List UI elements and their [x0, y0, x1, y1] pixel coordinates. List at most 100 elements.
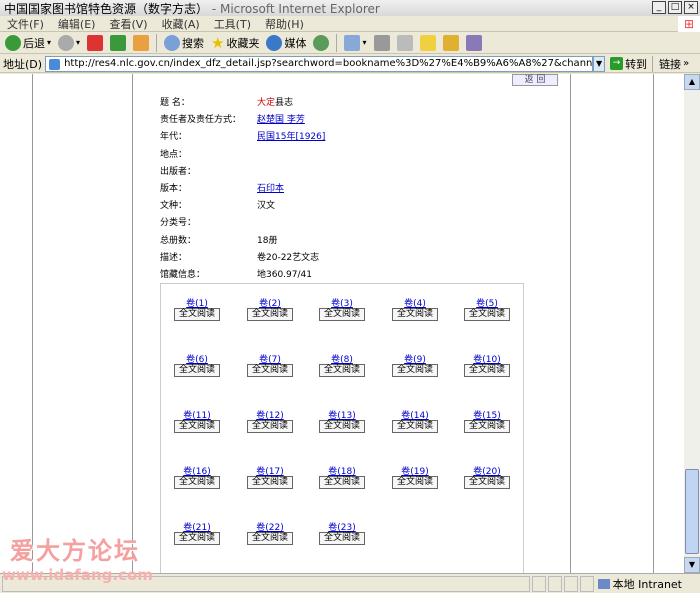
field-value[interactable]: 石印本 [257, 181, 284, 194]
vertical-scrollbar[interactable]: ▲ ▼ [684, 74, 700, 573]
volume-link[interactable]: 卷(7) [246, 352, 294, 365]
volume-link[interactable]: 卷(15) [463, 408, 511, 421]
menu-item-3[interactable]: 收藏(A) [155, 16, 207, 32]
volume-link[interactable]: 卷(2) [246, 296, 294, 309]
volume-item: 卷(10) 全文阅读 [463, 352, 511, 377]
stop-button[interactable] [85, 33, 105, 53]
read-full-text-button[interactable]: 全文阅读 [319, 476, 365, 489]
volume-link[interactable]: 卷(21) [173, 520, 221, 533]
field-value[interactable]: 民国15年[1926] [257, 129, 325, 142]
read-full-text-button[interactable]: 全文阅读 [174, 532, 220, 545]
read-full-text-button[interactable]: 全文阅读 [174, 420, 220, 433]
volume-item: 卷(23) 全文阅读 [318, 520, 366, 545]
return-button[interactable]: 返 回 [512, 74, 558, 86]
volume-link[interactable]: 卷(19) [391, 464, 439, 477]
volume-item: 卷(9) 全文阅读 [391, 352, 439, 377]
volume-item: 卷(15) 全文阅读 [463, 408, 511, 433]
forward-button[interactable]: ▾ [56, 33, 82, 53]
menu-item-0[interactable]: 文件(F) [0, 16, 51, 32]
scroll-up-icon[interactable]: ▲ [684, 74, 700, 90]
volume-link[interactable]: 卷(22) [246, 520, 294, 533]
edit-button[interactable] [395, 33, 415, 53]
read-full-text-button[interactable]: 全文阅读 [464, 364, 510, 377]
volume-link[interactable]: 卷(13) [318, 408, 366, 421]
research-button[interactable] [464, 33, 484, 53]
volume-link[interactable]: 卷(10) [463, 352, 511, 365]
menu-item-2[interactable]: 查看(V) [102, 16, 154, 32]
print-button[interactable] [372, 33, 392, 53]
window-controls: _ □ × [652, 1, 698, 14]
history-button[interactable] [311, 33, 331, 53]
links-chevron-icon[interactable]: » [681, 58, 689, 69]
address-bar: 地址(D) http://res4.nlc.gov.cn/index_dfz_d… [0, 55, 700, 73]
media-button[interactable]: 媒体 [264, 33, 308, 53]
field-value: 地360.97/41 [257, 270, 312, 280]
read-full-text-button[interactable]: 全文阅读 [319, 532, 365, 545]
volume-link[interactable]: 卷(20) [463, 464, 511, 477]
scroll-thumb[interactable] [685, 469, 699, 554]
refresh-button[interactable] [108, 33, 128, 53]
read-full-text-button[interactable]: 全文阅读 [319, 420, 365, 433]
volume-link[interactable]: 卷(9) [391, 352, 439, 365]
read-full-text-button[interactable]: 全文阅读 [247, 308, 293, 321]
field-label: 版本： [160, 184, 188, 194]
volume-link[interactable]: 卷(12) [246, 408, 294, 421]
read-full-text-button[interactable]: 全文阅读 [247, 532, 293, 545]
read-full-text-button[interactable]: 全文阅读 [464, 476, 510, 489]
volume-link[interactable]: 卷(14) [391, 408, 439, 421]
volume-link[interactable]: 卷(18) [318, 464, 366, 477]
field-value[interactable]: 赵楚国 李芳 [257, 112, 305, 125]
volume-link[interactable]: 卷(6) [173, 352, 221, 365]
volume-item: 卷(12) 全文阅读 [246, 408, 294, 433]
read-full-text-button[interactable]: 全文阅读 [174, 364, 220, 377]
menu-item-5[interactable]: 帮助(H) [258, 16, 311, 32]
home-button[interactable] [131, 33, 151, 53]
forum-watermark: 爱大方论坛 www.idafang.com [0, 531, 160, 591]
field-value: 卷20-22艺文志 [257, 253, 320, 263]
read-full-text-button[interactable]: 全文阅读 [392, 308, 438, 321]
read-full-text-button[interactable]: 全文阅读 [464, 308, 510, 321]
volume-link[interactable]: 卷(5) [463, 296, 511, 309]
read-full-text-button[interactable]: 全文阅读 [392, 420, 438, 433]
close-button[interactable]: × [684, 1, 698, 14]
volume-link[interactable]: 卷(16) [173, 464, 221, 477]
maximize-button[interactable]: □ [668, 1, 682, 14]
back-button[interactable]: 后退 ▾ [3, 33, 53, 53]
volume-link[interactable]: 卷(11) [173, 408, 221, 421]
volume-item: 卷(5) 全文阅读 [463, 296, 511, 321]
security-zone: 本地 Intranet [597, 576, 682, 592]
favorites-button[interactable]: ★ 收藏夹 [209, 33, 261, 53]
volume-link[interactable]: 卷(1) [173, 296, 221, 309]
messenger-button[interactable] [441, 33, 461, 53]
read-full-text-button[interactable]: 全文阅读 [392, 364, 438, 377]
edit-icon [396, 34, 413, 51]
window-title: 中国国家图书馆特色资源（数字方志） - Microsoft Internet E… [4, 1, 380, 16]
address-dropdown-icon[interactable]: ▼ [593, 55, 606, 72]
minimize-button[interactable]: _ [652, 1, 666, 14]
mail-button[interactable]: ▾ [342, 33, 368, 53]
read-full-text-button[interactable]: 全文阅读 [319, 308, 365, 321]
volume-link[interactable]: 卷(4) [391, 296, 439, 309]
read-full-text-button[interactable]: 全文阅读 [319, 364, 365, 377]
links-button[interactable]: 链接 [652, 55, 681, 72]
volume-link[interactable]: 卷(3) [318, 296, 366, 309]
volume-link[interactable]: 卷(8) [318, 352, 366, 365]
read-full-text-button[interactable]: 全文阅读 [247, 476, 293, 489]
read-full-text-button[interactable]: 全文阅读 [392, 476, 438, 489]
read-full-text-button[interactable]: 全文阅读 [464, 420, 510, 433]
volume-link[interactable]: 卷(17) [246, 464, 294, 477]
volume-link[interactable]: 卷(23) [318, 520, 366, 533]
read-full-text-button[interactable]: 全文阅读 [247, 420, 293, 433]
read-full-text-button[interactable]: 全文阅读 [247, 364, 293, 377]
go-button[interactable]: → 转到 [605, 56, 652, 72]
address-input[interactable]: http://res4.nlc.gov.cn/index_dfz_detail.… [45, 55, 594, 72]
menu-item-4[interactable]: 工具(T) [207, 16, 258, 32]
read-full-text-button[interactable]: 全文阅读 [174, 476, 220, 489]
read-full-text-button[interactable]: 全文阅读 [174, 308, 220, 321]
watermark-url: www.idafang.com [2, 566, 153, 584]
discuss-button[interactable] [418, 33, 438, 53]
field-label: 责任者及责任方式： [160, 115, 242, 125]
search-button[interactable]: 搜索 [162, 33, 206, 53]
scroll-down-icon[interactable]: ▼ [684, 557, 700, 573]
menu-item-1[interactable]: 编辑(E) [51, 16, 103, 32]
